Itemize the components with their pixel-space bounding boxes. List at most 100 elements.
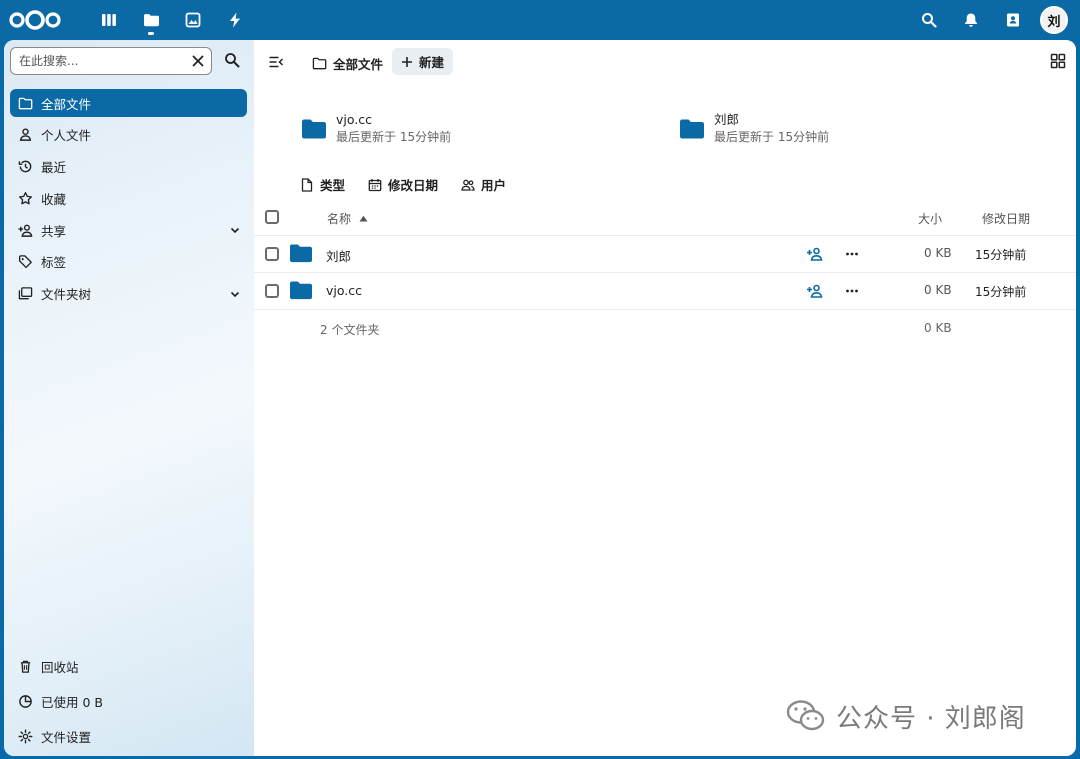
- folder-icon: [290, 244, 312, 263]
- sidebar: 全部文件 个人文件 最近 收藏 共享 标签: [4, 40, 254, 756]
- sidebar-item-label: 收藏: [41, 191, 67, 207]
- more-actions-icon[interactable]: [844, 283, 860, 299]
- select-all-checkbox[interactable]: [265, 210, 279, 224]
- column-header-name-label: 名称: [327, 212, 352, 226]
- notifications-button[interactable]: [950, 0, 992, 40]
- column-header-name[interactable]: 名称: [327, 210, 368, 227]
- watermark: 公众号 · 刘郎阁: [786, 698, 1026, 734]
- recent-file-updated: 最后更新于 15分钟前: [714, 130, 830, 144]
- activity-icon: [230, 12, 240, 28]
- folder-icon: [312, 57, 327, 69]
- row-checkbox[interactable]: [265, 247, 279, 261]
- contacts-icon: [1007, 13, 1019, 27]
- chevron-down-icon[interactable]: [229, 288, 241, 300]
- filter-type-label: 类型: [320, 178, 346, 193]
- sidebar-nav: 全部文件 个人文件 最近 收藏 共享 标签 文件夹树: [10, 89, 247, 312]
- recent-file-updated: 最后更新于 15分钟前: [336, 130, 452, 144]
- grid-view-icon[interactable]: [1050, 53, 1066, 69]
- dashboard-app-button[interactable]: [88, 0, 130, 40]
- filter-modified-button[interactable]: 修改日期: [368, 175, 438, 194]
- share-icon: [18, 224, 33, 237]
- share-icon[interactable]: [806, 246, 823, 262]
- user-avatar[interactable]: 刘: [1040, 6, 1068, 34]
- bell-icon: [965, 13, 977, 27]
- table-header: 名称 大小 修改日期: [254, 200, 1076, 236]
- photos-app-button[interactable]: [172, 0, 214, 40]
- sidebar-item-file-settings[interactable]: 文件设置: [10, 722, 247, 750]
- filter-type-button[interactable]: 类型: [300, 175, 345, 194]
- folder-icon: [290, 281, 312, 300]
- files-icon: [144, 14, 159, 27]
- search-icon[interactable]: [224, 52, 240, 68]
- summary-count: 2 个文件夹: [320, 323, 380, 337]
- close-icon[interactable]: [191, 54, 205, 68]
- folder-icon: [680, 119, 704, 139]
- plus-icon: [402, 56, 412, 67]
- sidebar-item-all-files[interactable]: 全部文件: [10, 89, 247, 117]
- column-header-modified[interactable]: 修改日期: [982, 210, 1030, 227]
- folder-icon: [302, 119, 326, 139]
- files-table: 名称 大小 修改日期 刘郎 0 KB 15分钟前 vjo.cc 0 KB 15分…: [254, 200, 1076, 347]
- recent-file-card[interactable]: vjo.cc 最后更新于 15分钟前: [302, 112, 451, 146]
- activity-app-button[interactable]: [214, 0, 256, 40]
- more-actions-icon[interactable]: [844, 246, 860, 262]
- sidebar-item-recent[interactable]: 最近: [10, 153, 247, 181]
- nextcloud-logo[interactable]: [8, 8, 62, 32]
- breadcrumb[interactable]: 全部文件: [312, 52, 383, 74]
- search-box: [10, 47, 212, 75]
- calendar-icon: [368, 178, 382, 191]
- sidebar-item-label: 文件夹树: [41, 287, 92, 303]
- search-input[interactable]: [19, 54, 179, 68]
- app-frame: 全部文件 个人文件 最近 收藏 共享 标签: [4, 40, 1076, 756]
- sidebar-item-personal-files[interactable]: 个人文件: [10, 121, 247, 149]
- sidebar-item-label: 回收站: [41, 659, 79, 675]
- sidebar-item-label: 标签: [41, 255, 67, 271]
- sidebar-item-label: 全部文件: [41, 96, 92, 112]
- sidebar-footer: 回收站 已使用 0 B 文件设置: [10, 652, 247, 756]
- table-row[interactable]: vjo.cc 0 KB 15分钟前: [254, 273, 1076, 310]
- recent-file-card[interactable]: 刘郎 最后更新于 15分钟前: [680, 112, 829, 146]
- row-name[interactable]: 刘郎: [326, 246, 351, 265]
- contacts-button[interactable]: [992, 0, 1034, 40]
- search-icon: [922, 13, 937, 28]
- chevron-down-icon[interactable]: [229, 224, 241, 236]
- star-icon: [19, 191, 32, 205]
- top-bar: 刘: [0, 0, 1080, 40]
- trash-icon: [20, 660, 31, 673]
- files-app-button[interactable]: [130, 0, 172, 40]
- share-icon[interactable]: [806, 283, 823, 299]
- row-checkbox[interactable]: [265, 284, 279, 298]
- watermark-text: 公众号 · 刘郎阁: [836, 703, 1026, 734]
- history-icon: [18, 160, 32, 173]
- people-icon: [461, 179, 475, 191]
- unified-search-button[interactable]: [908, 0, 950, 40]
- gear-icon: [18, 729, 33, 743]
- table-row[interactable]: 刘郎 0 KB 15分钟前: [254, 236, 1076, 273]
- recent-files: vjo.cc 最后更新于 15分钟前 刘郎 最后更新于 15分钟前: [254, 112, 1076, 152]
- photos-icon: [185, 12, 201, 28]
- sidebar-item-folder-tree[interactable]: 文件夹树: [10, 280, 247, 308]
- summary-size: 0 KB: [924, 321, 952, 335]
- table-summary: 2 个文件夹 0 KB: [254, 310, 1076, 347]
- new-button-label: 新建: [419, 55, 445, 70]
- breadcrumb-label: 全部文件: [333, 56, 384, 72]
- row-modified: 15分钟前: [975, 248, 1027, 262]
- filter-modified-label: 修改日期: [388, 178, 439, 193]
- row-size: 0 KB: [924, 283, 952, 297]
- sidebar-item-shares[interactable]: 共享: [10, 216, 247, 244]
- menu-collapse-icon[interactable]: [268, 54, 284, 70]
- column-header-size[interactable]: 大小: [918, 210, 942, 227]
- sidebar-item-label: 文件设置: [41, 729, 92, 745]
- row-name[interactable]: vjo.cc: [326, 283, 362, 298]
- filter-people-label: 用户: [481, 178, 507, 193]
- sidebar-item-tags[interactable]: 标签: [10, 248, 247, 276]
- sidebar-item-trash[interactable]: 回收站: [10, 652, 247, 680]
- recent-file-name: 刘郎: [714, 112, 740, 127]
- row-modified: 15分钟前: [975, 285, 1027, 299]
- row-size: 0 KB: [924, 246, 952, 260]
- wechat-icon: [786, 700, 825, 731]
- filter-people-button[interactable]: 用户: [461, 175, 506, 194]
- sidebar-item-quota: 已使用 0 B: [10, 687, 247, 715]
- sidebar-item-favorites[interactable]: 收藏: [10, 184, 247, 212]
- new-button[interactable]: 新建: [392, 48, 454, 75]
